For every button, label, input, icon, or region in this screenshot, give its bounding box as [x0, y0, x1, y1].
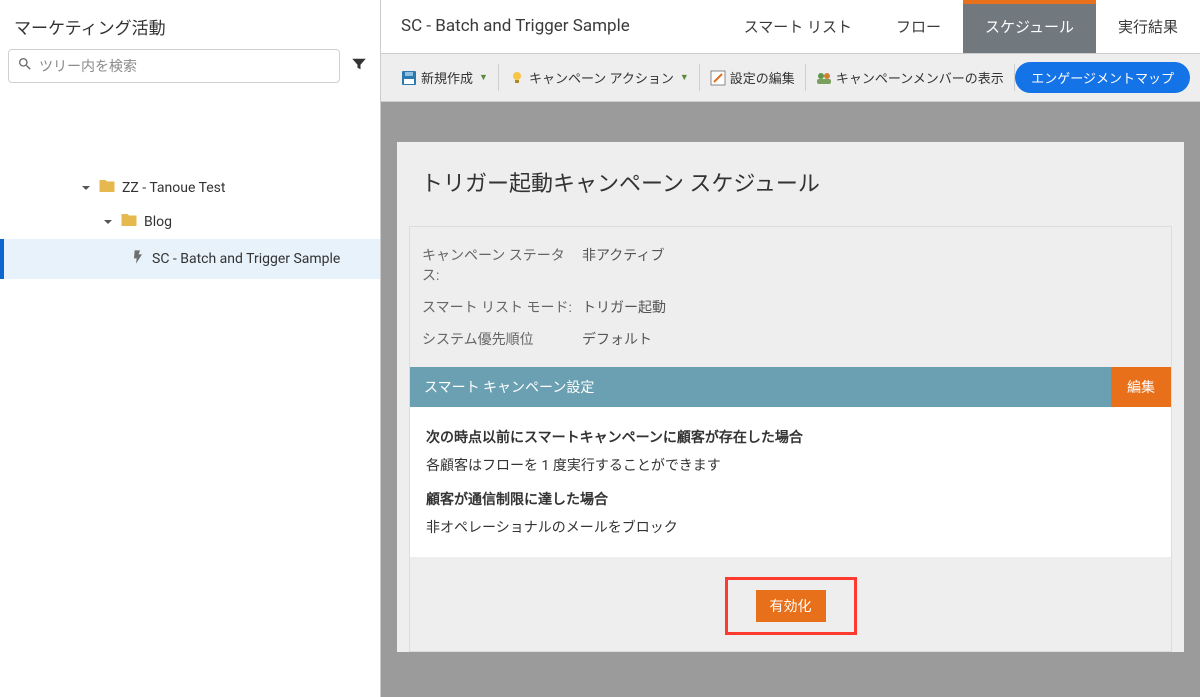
tree-search-input[interactable]	[39, 58, 331, 74]
sidebar: マーケティング活動 ZZ - Tanoue Test	[0, 0, 381, 697]
folder-icon	[98, 177, 116, 199]
tree-item-label: SC - Batch and Trigger Sample	[152, 251, 340, 267]
lightbulb-icon	[509, 70, 525, 86]
dropdown-icon: ▼	[479, 72, 488, 83]
disk-icon	[401, 70, 417, 86]
status-label: キャンペーン ステータス:	[422, 245, 582, 285]
search-icon	[17, 56, 39, 76]
priority-value: デフォルト	[582, 329, 1159, 349]
folder-icon	[120, 211, 138, 233]
toolbar-actions-label: キャンペーン アクション	[529, 68, 674, 87]
toolbar-new-label: 新規作成	[421, 68, 473, 87]
toolbar-view-members-label: キャンペーンメンバーの表示	[836, 68, 1004, 87]
chevron-down-icon	[80, 182, 92, 194]
schedule-panel: トリガー起動キャンペーン スケジュール キャンペーン ステータス: 非アクティブ…	[397, 142, 1184, 652]
dropdown-icon: ▼	[680, 72, 689, 83]
tab-bar: SC - Batch and Trigger Sample スマート リスト フ…	[381, 0, 1200, 54]
folder-tree: ZZ - Tanoue Test Blog SC - Batch and Tri…	[0, 91, 380, 279]
engagement-map-button[interactable]: エンゲージメントマップ	[1015, 62, 1190, 93]
tab-flow[interactable]: フロー	[874, 0, 963, 53]
sidebar-title: マーケティング活動	[0, 0, 380, 49]
toolbar-view-members[interactable]: キャンペーンメンバーの表示	[806, 64, 1015, 91]
settings-q2-title: 顧客が通信制限に達した場合	[426, 489, 1155, 509]
toolbar: 新規作成 ▼ キャンペーン アクション ▼ 設定の編集 キャン	[381, 54, 1200, 102]
mode-label: スマート リスト モード:	[422, 297, 582, 317]
edit-icon	[710, 70, 726, 86]
chevron-down-icon	[102, 216, 114, 228]
toolbar-new[interactable]: 新規作成 ▼	[391, 64, 499, 91]
tab-results[interactable]: 実行結果	[1096, 0, 1200, 53]
settings-edit-button[interactable]: 編集	[1111, 367, 1171, 407]
tree-item-sc-campaign[interactable]: SC - Batch and Trigger Sample	[0, 239, 380, 279]
page-name: SC - Batch and Trigger Sample	[381, 0, 650, 53]
activate-button[interactable]: 有効化	[756, 590, 826, 622]
settings-q2-text: 非オペレーショナルのメールをブロック	[426, 517, 1155, 537]
settings-header-title: スマート キャンペーン設定	[410, 367, 1111, 407]
settings-body: 次の時点以前にスマートキャンペーンに顧客が存在した場合 各顧客はフローを 1 度…	[410, 407, 1171, 557]
info-row-priority: システム優先順位 デフォルト	[422, 323, 1159, 355]
tree-item-label: ZZ - Tanoue Test	[122, 180, 225, 196]
content-area: トリガー起動キャンペーン スケジュール キャンペーン ステータス: 非アクティブ…	[381, 102, 1200, 697]
settings-q1-text: 各顧客はフローを 1 度実行することができます	[426, 455, 1155, 475]
filter-icon[interactable]	[346, 53, 372, 79]
settings-block: スマート キャンペーン設定 編集 次の時点以前にスマートキャンペーンに顧客が存在…	[410, 367, 1171, 557]
bolt-icon	[130, 249, 146, 269]
toolbar-campaign-actions[interactable]: キャンペーン アクション ▼	[499, 64, 700, 91]
mode-value: トリガー起動	[582, 297, 1159, 317]
tab-schedule[interactable]: スケジュール	[963, 0, 1096, 53]
toolbar-edit-config[interactable]: 設定の編集	[700, 64, 806, 91]
activate-highlight: 有効化	[725, 577, 857, 635]
tree-item-blog[interactable]: Blog	[0, 205, 380, 239]
info-table: キャンペーン ステータス: 非アクティブ スマート リスト モード: トリガー起…	[410, 227, 1171, 367]
info-row-status: キャンペーン ステータス: 非アクティブ	[422, 239, 1159, 291]
panel-title: トリガー起動キャンペーン スケジュール	[397, 142, 1184, 226]
priority-label: システム優先順位	[422, 329, 582, 349]
tree-search-box[interactable]	[8, 49, 340, 83]
main: SC - Batch and Trigger Sample スマート リスト フ…	[381, 0, 1200, 697]
toolbar-edit-config-label: 設定の編集	[730, 68, 795, 87]
tree-item-zz-tanoue[interactable]: ZZ - Tanoue Test	[0, 171, 380, 205]
tab-smart-list[interactable]: スマート リスト	[722, 0, 874, 53]
tree-item-label: Blog	[144, 214, 172, 230]
activate-area: 有効化	[410, 557, 1171, 651]
members-icon	[816, 70, 832, 86]
status-value: 非アクティブ	[582, 245, 1159, 285]
info-row-mode: スマート リスト モード: トリガー起動	[422, 291, 1159, 323]
settings-q1-title: 次の時点以前にスマートキャンペーンに顧客が存在した場合	[426, 427, 1155, 447]
